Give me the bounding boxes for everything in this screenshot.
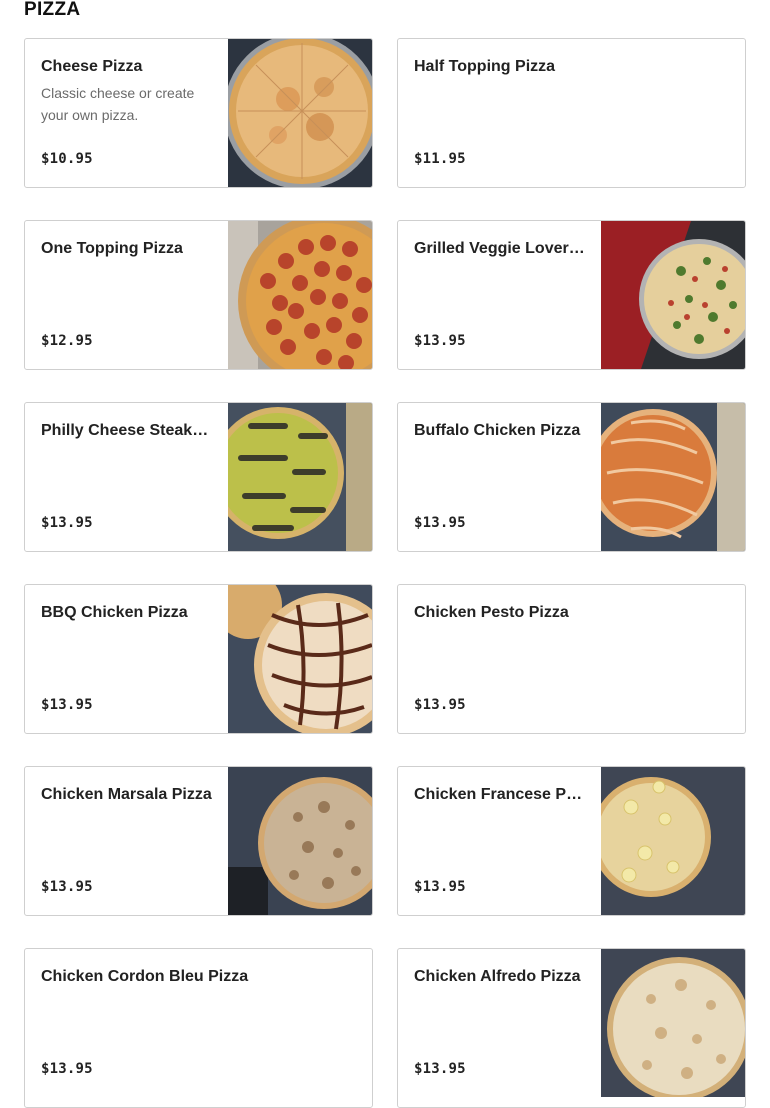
menu-item-card[interactable]: Chicken Alfredo Pizza $13.95 (397, 948, 746, 1108)
menu-item-price: $13.95 (41, 515, 93, 531)
menu-item-name: Chicken Pesto Pizza (414, 604, 569, 621)
philly-pizza-photo (228, 403, 372, 551)
menu-item-price: $13.95 (414, 1061, 466, 1077)
menu-item-card[interactable]: Chicken Cordon Bleu Pizza $13.95 (24, 948, 373, 1108)
marsala-pizza-photo (228, 767, 372, 915)
menu-item-card[interactable]: One Topping Pizza $12.95 (24, 220, 373, 370)
menu-item-name: Buffalo Chicken Pizza (414, 422, 581, 439)
menu-item-price: $13.95 (41, 1061, 93, 1077)
menu-item-price: $13.95 (414, 879, 466, 895)
menu-item-name: Chicken Marsala Pizza (41, 786, 212, 803)
menu-item-card[interactable]: Chicken Marsala Pizza $13.95 (24, 766, 373, 916)
cheese-pizza-photo (228, 39, 372, 187)
menu-item-price: $13.95 (41, 879, 93, 895)
menu-item-name: Half Topping Pizza (414, 58, 556, 75)
menu-item-name: BBQ Chicken Pizza (41, 604, 188, 621)
menu-item-price: $12.95 (41, 333, 93, 349)
menu-item-price: $13.95 (414, 333, 466, 349)
menu-item-card[interactable]: Buffalo Chicken Pizza $13.95 (397, 402, 746, 552)
francese-pizza-photo (601, 767, 745, 915)
menu-item-name: Grilled Veggie Lovers Pizza (414, 240, 585, 257)
veggie-pizza-photo (601, 221, 745, 369)
buffalo-pizza-photo (601, 403, 745, 551)
menu-item-card[interactable]: Grilled Veggie Lovers Pizza $13.95 (397, 220, 746, 370)
menu-item-name: Chicken Francese Pizza (414, 786, 585, 803)
alfredo-pizza-photo (601, 949, 745, 1097)
menu-item-name: Chicken Cordon Bleu Pizza (41, 968, 249, 985)
menu-item-card[interactable]: Philly Cheese Steak Pizza $13.95 (24, 402, 373, 552)
menu-item-name: One Topping Pizza (41, 240, 183, 257)
menu-grid: Cheese Pizza Classic cheese or create yo… (24, 38, 746, 1108)
pepperoni-pizza-photo (228, 221, 372, 369)
menu-item-card[interactable]: BBQ Chicken Pizza $13.95 (24, 584, 373, 734)
menu-item-name: Cheese Pizza (41, 58, 143, 75)
menu-item-card[interactable]: Chicken Pesto Pizza $13.95 (397, 584, 746, 734)
menu-item-card[interactable]: Chicken Francese Pizza $13.95 (397, 766, 746, 916)
menu-item-card[interactable]: Half Topping Pizza $11.95 (397, 38, 746, 188)
menu-item-price: $13.95 (41, 697, 93, 713)
menu-item-name: Chicken Alfredo Pizza (414, 968, 581, 985)
menu-item-price: $10.95 (41, 151, 93, 167)
section-title: PIZZA (24, 0, 81, 20)
menu-item-price: $11.95 (414, 151, 466, 167)
menu-item-card[interactable]: Cheese Pizza Classic cheese or create yo… (24, 38, 373, 188)
bbq-pizza-photo (228, 585, 372, 733)
menu-item-description: Classic cheese or create your own pizza. (41, 85, 195, 123)
menu-item-price: $13.95 (414, 697, 466, 713)
menu-item-price: $13.95 (414, 515, 466, 531)
menu-item-name: Philly Cheese Steak Pizza (41, 422, 212, 439)
